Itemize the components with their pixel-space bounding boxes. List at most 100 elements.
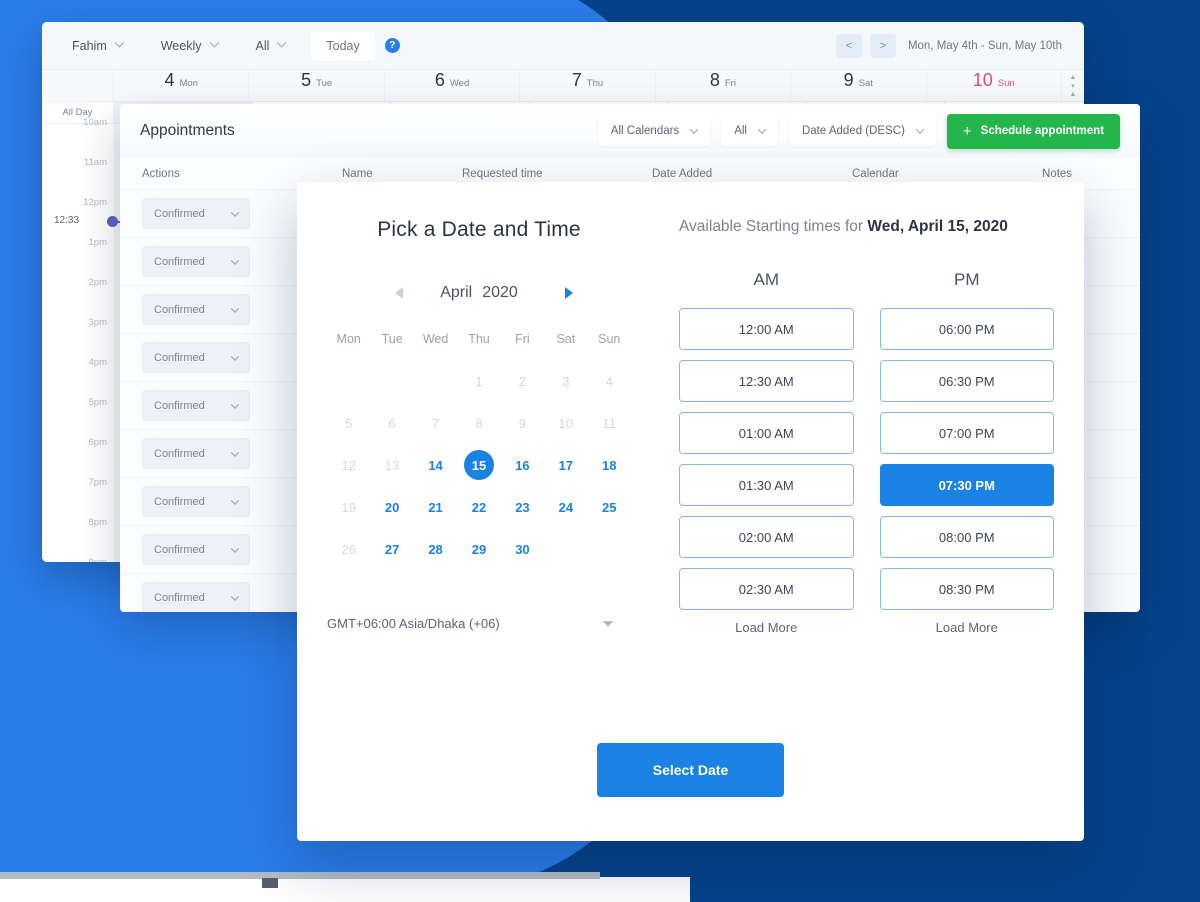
user-select-label: Fahim xyxy=(72,38,107,53)
calendar-day-available[interactable]: 21 xyxy=(414,492,457,522)
calendar-day-disabled: 10 xyxy=(558,415,574,431)
user-select[interactable]: Fahim xyxy=(60,33,135,59)
chevron-down-icon xyxy=(230,207,240,217)
time-slot-pm[interactable]: 08:30 PM xyxy=(879,568,1054,610)
calendar-day-disabled: 5 xyxy=(345,415,353,431)
time-slot-am[interactable]: 01:30 AM xyxy=(679,464,854,506)
weekday-label: Mon xyxy=(336,332,361,346)
calendar-day-available[interactable]: 18 xyxy=(588,450,631,480)
calendar-day-available[interactable]: 14 xyxy=(414,450,457,480)
type-filter-select[interactable]: All xyxy=(721,116,778,146)
chevron-down-icon xyxy=(603,620,613,627)
calendar-day-available[interactable]: 28 xyxy=(414,534,457,564)
day-number: 9 xyxy=(843,70,854,90)
calendar-days-grid: 1 2 3 4 5 6 7 8 9 10 11 12 13 14 15 16 17 18 19 20 21 22 23 24 2… xyxy=(327,366,631,564)
status-select[interactable]: Confirmed xyxy=(142,342,250,373)
status-select[interactable]: Confirmed xyxy=(142,486,250,517)
time-slot-am[interactable]: 02:00 AM xyxy=(679,516,854,558)
today-button[interactable]: Today xyxy=(311,31,375,60)
time-slot-pm[interactable]: 08:00 PM xyxy=(879,516,1054,558)
day-number: 7 xyxy=(571,70,582,90)
calendar-day-available[interactable]: 23 xyxy=(501,492,544,522)
calendar-day-header-cell[interactable]: 7 Thu xyxy=(520,70,656,101)
calendar-day-available[interactable]: 27 xyxy=(370,534,413,564)
day-number: 6 xyxy=(434,70,445,90)
chevron-left-icon[interactable] xyxy=(395,287,403,299)
time-slot-pm[interactable]: 07:00 PM xyxy=(879,412,1054,454)
calendar-day-disabled: 26 xyxy=(341,541,356,557)
question-icon[interactable]: ? xyxy=(384,38,400,53)
chevron-down-icon xyxy=(209,37,219,48)
calendar-day-header-cell[interactable]: 9 Sat xyxy=(791,70,927,101)
sort-select[interactable]: Date Added (DESC) xyxy=(788,116,936,146)
calendar-day-available[interactable]: 22 xyxy=(457,492,500,522)
time-slot-am[interactable]: 01:00 AM xyxy=(679,412,854,454)
weekday-label: Sat xyxy=(556,332,576,346)
status-select[interactable]: Confirmed xyxy=(142,534,250,565)
view-select-label: Weekly xyxy=(160,38,202,53)
calendar-day-empty xyxy=(544,534,587,564)
calendar-day-disabled: 19 xyxy=(341,499,356,515)
day-number: 10 xyxy=(972,70,993,90)
calendar-week-row: 12 13 14 15 16 17 18 xyxy=(327,450,631,480)
next-week-button[interactable]: > xyxy=(869,33,896,58)
time-slot-am[interactable]: 12:00 AM xyxy=(679,308,854,350)
time-slot-selected[interactable]: 07:30 PM xyxy=(879,464,1054,506)
calendar-day-header-cell[interactable]: 8 Fri xyxy=(656,70,792,101)
status-select[interactable]: Confirmed xyxy=(142,390,250,421)
calendar-scroll-controls[interactable]: ▲ ▾ ▲ xyxy=(1062,70,1084,101)
schedule-appointment-button[interactable]: + Schedule appointment xyxy=(946,113,1120,149)
scroll-down-icon[interactable]: ▲ xyxy=(1070,91,1077,98)
time-slot-pm[interactable]: 06:30 PM xyxy=(879,360,1054,402)
calendar-day-header-cell[interactable]: 10 Sun xyxy=(927,70,1062,101)
calendar-day-selected[interactable]: 15 xyxy=(463,450,494,480)
weekday-label: Sun xyxy=(598,332,621,346)
status-select[interactable]: Confirmed xyxy=(142,198,250,229)
calendar-day-available[interactable]: 17 xyxy=(544,450,587,480)
calendar-day-disabled: 4 xyxy=(605,373,613,389)
day-number: 8 xyxy=(709,70,720,90)
view-select[interactable]: Weekly xyxy=(149,33,230,59)
calendar-day-header-cell[interactable]: 4 Mon xyxy=(114,70,250,101)
available-times-heading: Available Starting times for Wed, April … xyxy=(671,218,1054,236)
calendar-day-available[interactable]: 24 xyxy=(544,492,587,522)
time-label: 3pm xyxy=(88,317,107,328)
calendar-day-available[interactable]: 29 xyxy=(457,534,500,564)
prev-week-button[interactable]: < xyxy=(835,33,862,58)
status-select[interactable]: Confirmed xyxy=(142,582,250,612)
load-more-pm-button[interactable]: Load More xyxy=(880,620,1055,635)
calendar-day-available[interactable]: 20 xyxy=(370,492,413,522)
modal-title: Pick a Date and Time xyxy=(377,218,581,241)
chevron-down-icon xyxy=(230,255,240,265)
timezone-label: GMT+06:00 Asia/Dhaka (+06) xyxy=(327,616,500,631)
calendar-day-available[interactable]: 30 xyxy=(501,534,544,564)
filter-select[interactable]: All xyxy=(244,33,298,59)
scroll-thumb-icon[interactable]: ▾ xyxy=(1071,82,1075,90)
available-times-prefix: Available Starting times for xyxy=(679,218,868,235)
chevron-right-icon[interactable] xyxy=(565,287,573,299)
calendar-day-available[interactable]: 16 xyxy=(501,450,544,480)
calendars-filter-select[interactable]: All Calendars xyxy=(597,116,711,146)
time-label: 9pm xyxy=(89,557,107,562)
calendar-day-header-cell[interactable]: 5 Tue xyxy=(249,70,385,101)
timezone-select[interactable]: GMT+06:00 Asia/Dhaka (+06) xyxy=(327,616,631,631)
status-select[interactable]: Confirmed xyxy=(142,438,250,469)
schedule-appointment-label: Schedule appointment xyxy=(980,125,1104,137)
select-date-button[interactable]: Select Date xyxy=(596,743,785,797)
year-label: 2020 xyxy=(482,284,518,301)
status-select[interactable]: Confirmed xyxy=(142,246,250,277)
chevron-down-icon xyxy=(230,351,240,361)
weekday-label: Thu xyxy=(468,332,490,346)
calendar-day-header-cell[interactable]: 6 Wed xyxy=(385,70,521,101)
available-times-date: Wed, April 15, 2020 xyxy=(867,218,1008,235)
status-select[interactable]: Confirmed xyxy=(142,294,250,325)
time-slot-pm[interactable]: 06:00 PM xyxy=(879,308,1054,350)
month-navigation: April 2020 xyxy=(327,282,631,304)
scroll-up-icon[interactable]: ▲ xyxy=(1070,74,1077,81)
time-slot-am[interactable]: 02:30 AM xyxy=(679,568,854,610)
status-label: Confirmed xyxy=(154,255,205,268)
load-more-am-button[interactable]: Load More xyxy=(679,620,854,635)
day-name: Sun xyxy=(997,78,1015,89)
calendar-day-available[interactable]: 25 xyxy=(588,492,631,522)
time-slot-am[interactable]: 12:30 AM xyxy=(679,360,854,402)
